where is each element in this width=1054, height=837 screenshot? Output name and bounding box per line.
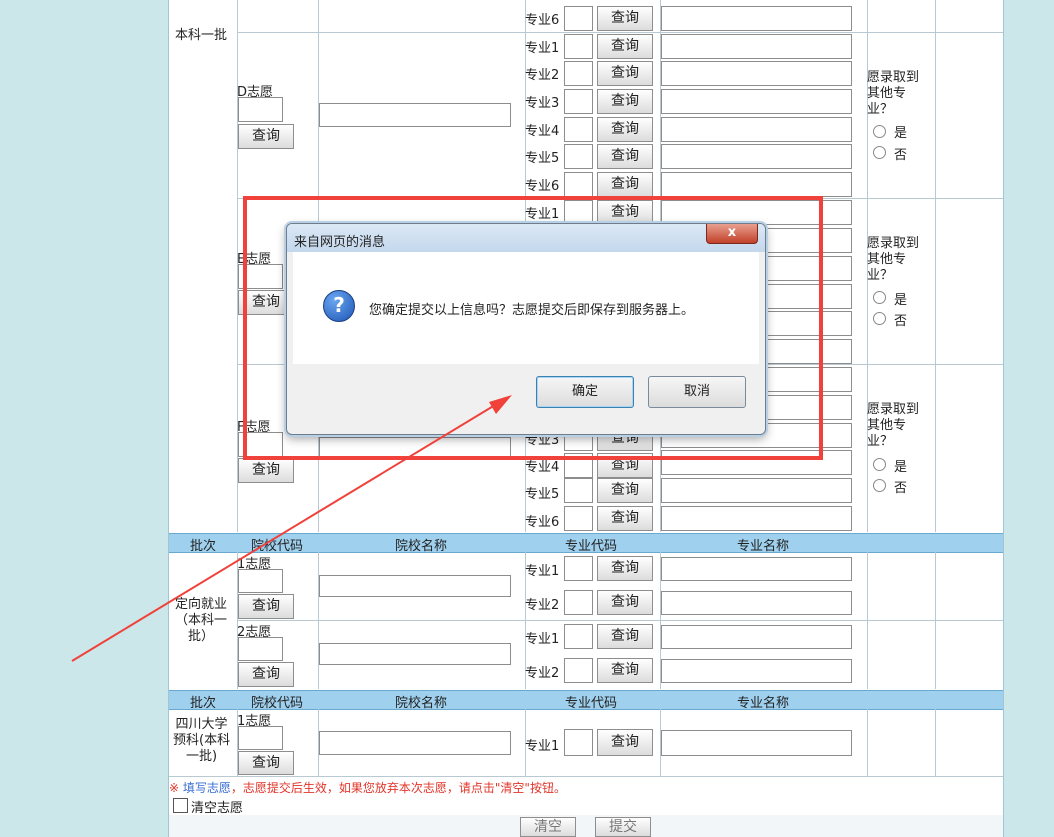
annotation-arrow [71, 395, 512, 662]
